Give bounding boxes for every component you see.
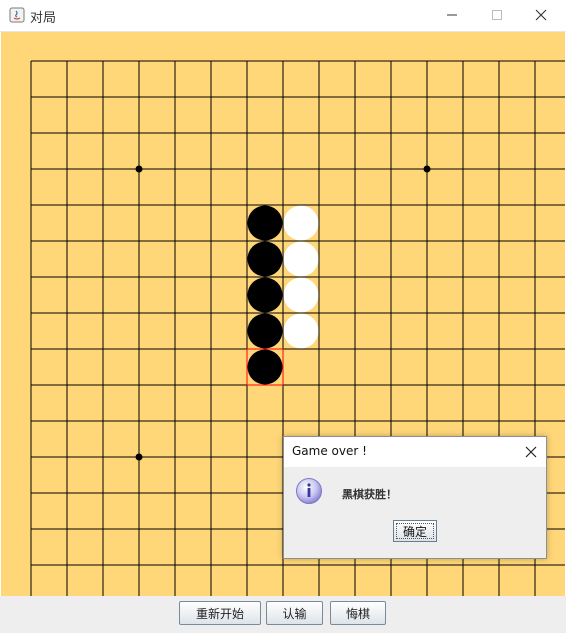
star-point	[135, 165, 143, 173]
close-button[interactable]	[519, 0, 564, 31]
black-stone	[247, 349, 283, 385]
black-stone	[247, 205, 283, 241]
black-stone	[247, 241, 283, 277]
dialog-titlebar: Game over !	[284, 437, 546, 467]
restart-button[interactable]: 重新开始	[179, 601, 261, 625]
minimize-icon	[447, 14, 457, 16]
white-stone	[283, 277, 319, 313]
ok-button[interactable]: 确定	[393, 520, 437, 542]
java-icon	[9, 7, 25, 23]
white-stone	[283, 313, 319, 349]
white-stone	[283, 205, 319, 241]
window-titlebar: 对局	[0, 0, 566, 32]
dialog-title: Game over !	[292, 444, 367, 458]
control-bar: 重新开始 认输 悔棋	[0, 596, 566, 633]
resign-button[interactable]: 认输	[266, 601, 323, 625]
dialog-message: 黑棋获胜！	[342, 488, 397, 501]
minimize-button[interactable]	[430, 0, 475, 31]
game-over-dialog: Game over ! 黑棋获胜！ 确定	[283, 436, 547, 559]
star-point	[423, 165, 431, 173]
close-icon[interactable]	[522, 443, 540, 461]
maximize-icon	[492, 10, 502, 20]
window-title: 对局	[30, 11, 57, 26]
undo-button[interactable]: 悔棋	[330, 601, 386, 625]
star-point	[135, 453, 143, 461]
close-icon	[535, 9, 547, 21]
maximize-button[interactable]	[475, 0, 520, 31]
black-stone	[247, 277, 283, 313]
black-stone	[247, 313, 283, 349]
info-icon	[296, 478, 322, 504]
white-stone	[283, 241, 319, 277]
